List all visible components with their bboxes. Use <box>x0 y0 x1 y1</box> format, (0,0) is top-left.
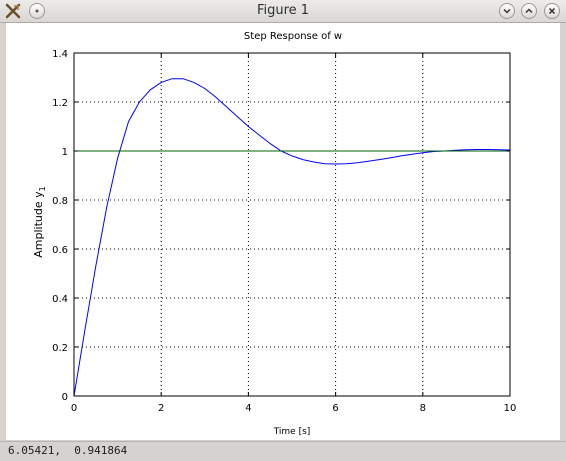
x-tick-label: 4 <box>245 403 251 414</box>
axes-frame <box>73 52 511 397</box>
x-tick-label: 10 <box>504 403 517 414</box>
y-tick-label: 0.2 <box>52 343 68 354</box>
y-tick-label: 0.8 <box>52 196 68 207</box>
title-bar[interactable]: Figure 1 <box>0 0 566 23</box>
x-tick-label: 2 <box>158 403 164 414</box>
x-axis-label: Time [s] <box>273 427 311 437</box>
close-button[interactable] <box>544 3 560 19</box>
y-tick-label: 1.2 <box>52 98 68 109</box>
figure-window: Figure 1 Step Response of w 0 2 4 6 8 10 0 0.2 0… <box>0 0 566 461</box>
plot[interactable]: Step Response of w 0 2 4 6 8 10 0 0.2 0.4 0.6 0.8 1… <box>6 23 560 440</box>
window-title: Figure 1 <box>256 3 310 18</box>
ticks: 0 2 4 6 8 10 0 0.2 0.4 0.6 0.8 1 1.2 1.4 <box>52 49 516 414</box>
minimize-button[interactable] <box>499 3 515 19</box>
figure-canvas[interactable]: Step Response of w 0 2 4 6 8 10 0 0.2 0.4 0.6 0.8 1… <box>6 23 560 440</box>
close-icon <box>548 7 556 15</box>
status-bar: 6.05421, 0.941864 <box>0 441 566 461</box>
y-tick-label: 1 <box>62 147 68 158</box>
y-axis-label-subscript: 1 <box>38 186 47 191</box>
series-group <box>73 78 511 397</box>
maximize-button[interactable] <box>521 3 537 19</box>
chevron-down-icon <box>503 8 511 14</box>
y-tick-label: 0.6 <box>52 245 68 256</box>
y-tick-label: 0 <box>62 392 68 403</box>
x-tick-label: 0 <box>71 403 77 414</box>
chart-title: Step Response of w <box>244 31 342 42</box>
x-tick-label: 8 <box>420 403 426 414</box>
y-axis-label-main: Amplitude y <box>32 191 45 258</box>
chevron-up-icon <box>525 8 533 14</box>
y-tick-label: 1.4 <box>52 49 68 60</box>
y-tick-label: 0.4 <box>52 294 68 305</box>
series-line-1 <box>73 78 511 397</box>
grid-lines <box>74 53 510 396</box>
x-tick-label: 6 <box>332 403 338 414</box>
cursor-coordinates: 6.05421, 0.941864 <box>8 444 128 457</box>
y-axis-label: Amplitude y1 <box>32 186 47 257</box>
